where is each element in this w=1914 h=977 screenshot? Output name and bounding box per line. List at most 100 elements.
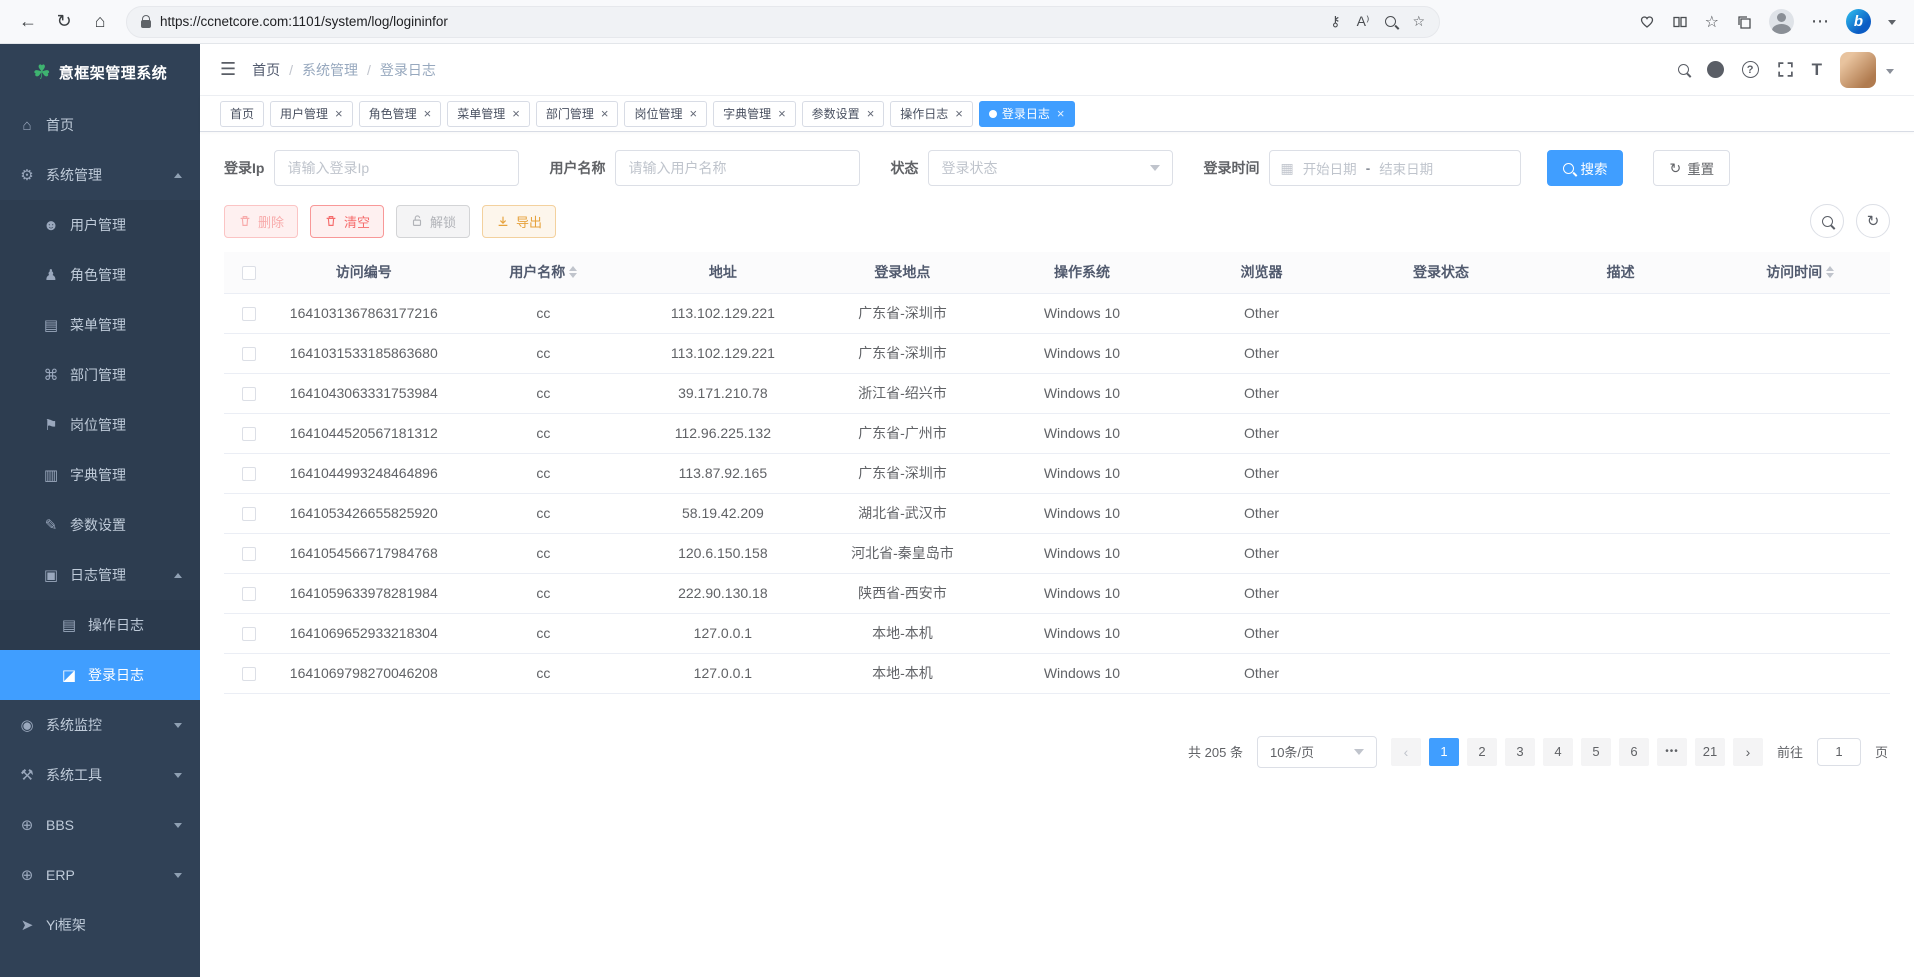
login-time-range-picker[interactable]: ▦ 开始日期 - 结束日期: [1269, 150, 1521, 186]
browser-back-button[interactable]: ←: [10, 5, 46, 39]
sidebar-item-user-mgmt[interactable]: ☻ 用户管理: [0, 200, 200, 250]
sidebar-item-post-mgmt[interactable]: ⚑ 岗位管理: [0, 400, 200, 450]
page-size-select[interactable]: 10条/页: [1257, 736, 1377, 768]
pager-page-1[interactable]: 1: [1429, 738, 1459, 766]
table-row[interactable]: 1641031533185863680 cc 113.102.129.221 广…: [224, 333, 1890, 373]
tab-login-log[interactable]: 登录日志 ×: [979, 101, 1075, 127]
goto-page-input[interactable]: [1817, 738, 1861, 766]
user-avatar[interactable]: [1840, 52, 1876, 88]
sort-carets-icon[interactable]: [569, 262, 577, 282]
pager-page-21[interactable]: 21: [1695, 738, 1725, 766]
favorites-icon[interactable]: ☆: [1705, 12, 1719, 32]
table-row[interactable]: 1641054566717984768 cc 120.6.150.158 河北省…: [224, 533, 1890, 573]
breadcrumb-item[interactable]: 首页: [252, 60, 280, 80]
row-checkbox[interactable]: [242, 547, 256, 561]
table-row[interactable]: 1641031367863177216 cc 113.102.129.221 广…: [224, 293, 1890, 333]
password-key-icon[interactable]: ⚷: [1330, 13, 1340, 30]
sidebar-item-dict-mgmt[interactable]: ▥ 字典管理: [0, 450, 200, 500]
next-page-button[interactable]: ›: [1733, 738, 1763, 766]
font-size-icon[interactable]: T: [1812, 60, 1822, 80]
sidebar-item-home[interactable]: ⌂ 首页: [0, 100, 200, 150]
row-checkbox[interactable]: [242, 387, 256, 401]
browser-profile-avatar[interactable]: [1769, 9, 1794, 34]
pager-page-3[interactable]: 3: [1505, 738, 1535, 766]
sidebar-item-param-settings[interactable]: ✎ 参数设置: [0, 500, 200, 550]
tab-close-icon[interactable]: ×: [689, 107, 697, 120]
fullscreen-icon[interactable]: [1777, 61, 1794, 78]
tab-close-icon[interactable]: ×: [955, 107, 963, 120]
sidebar-item-system-mgmt[interactable]: ⚙ 系统管理: [0, 150, 200, 200]
tab-close-icon[interactable]: ×: [867, 107, 875, 120]
row-checkbox[interactable]: [242, 427, 256, 441]
select-all-checkbox[interactable]: [242, 266, 256, 280]
sidebar-item-log-mgmt[interactable]: ▣ 日志管理: [0, 550, 200, 600]
table-row[interactable]: 1641053426655825920 cc 58.19.42.209 湖北省-…: [224, 493, 1890, 533]
export-button[interactable]: 导出: [482, 205, 556, 238]
pager-page-6[interactable]: 6: [1619, 738, 1649, 766]
reset-button[interactable]: ↻ 重置: [1653, 150, 1730, 186]
app-logo[interactable]: ☘ 意框架管理系统: [0, 44, 200, 100]
tab-close-icon[interactable]: ×: [1057, 107, 1065, 120]
row-checkbox[interactable]: [242, 507, 256, 521]
tab-post-mgmt[interactable]: 岗位管理 ×: [624, 101, 707, 127]
column-header-time[interactable]: 访问时间: [1710, 252, 1890, 293]
github-icon[interactable]: [1707, 61, 1724, 78]
row-checkbox[interactable]: [242, 667, 256, 681]
tab-user-mgmt[interactable]: 用户管理 ×: [270, 101, 353, 127]
sidebar-item-system-monitor[interactable]: ◉ 系统监控: [0, 700, 200, 750]
avatar-caret-icon[interactable]: [1886, 69, 1894, 78]
tab-close-icon[interactable]: ×: [335, 107, 343, 120]
row-checkbox[interactable]: [242, 587, 256, 601]
row-checkbox[interactable]: [242, 467, 256, 481]
sidebar-item-menu-mgmt[interactable]: ▤ 菜单管理: [0, 300, 200, 350]
tab-close-icon[interactable]: ×: [424, 107, 432, 120]
sidebar-item-erp[interactable]: ⊕ ERP: [0, 850, 200, 900]
tab-dict-mgmt[interactable]: 字典管理 ×: [713, 101, 796, 127]
browser-essentials-icon[interactable]: [1639, 14, 1655, 30]
breadcrumb-item[interactable]: 系统管理: [302, 60, 358, 80]
toggle-search-button[interactable]: [1810, 204, 1844, 238]
sidebar-item-system-tools[interactable]: ⚒ 系统工具: [0, 750, 200, 800]
table-row[interactable]: 1641059633978281984 cc 222.90.130.18 陕西省…: [224, 573, 1890, 613]
split-screen-icon[interactable]: [1672, 14, 1688, 30]
row-checkbox[interactable]: [242, 627, 256, 641]
table-row[interactable]: 1641044520567181312 cc 112.96.225.132 广东…: [224, 413, 1890, 453]
prev-page-button[interactable]: ‹: [1391, 738, 1421, 766]
tab-operation-log[interactable]: 操作日志 ×: [890, 101, 973, 127]
read-aloud-icon[interactable]: A⁾: [1357, 13, 1370, 30]
tab-home[interactable]: 首页: [220, 101, 264, 127]
tab-menu-mgmt[interactable]: 菜单管理 ×: [447, 101, 530, 127]
collections-icon[interactable]: [1736, 14, 1752, 30]
browser-refresh-button[interactable]: ↻: [46, 5, 82, 39]
pager-page-4[interactable]: 4: [1543, 738, 1573, 766]
tab-close-icon[interactable]: ×: [778, 107, 786, 120]
browser-more-menu-icon[interactable]: ⋯: [1811, 11, 1829, 32]
tab-close-icon[interactable]: ×: [601, 107, 609, 120]
url-text[interactable]: https://ccnetcore.com:1101/system/log/lo…: [160, 14, 1321, 29]
refresh-table-button[interactable]: ↻: [1856, 204, 1890, 238]
table-row[interactable]: 1641044993248464896 cc 113.87.92.165 广东省…: [224, 453, 1890, 493]
search-button[interactable]: 搜索: [1547, 150, 1623, 186]
tab-param-settings[interactable]: 参数设置 ×: [802, 101, 885, 127]
search-icon[interactable]: [1678, 64, 1689, 75]
row-checkbox[interactable]: [242, 347, 256, 361]
sidebar-item-operation-log[interactable]: ▤ 操作日志: [0, 600, 200, 650]
table-row[interactable]: 1641043063331753984 cc 39.171.210.78 浙江省…: [224, 373, 1890, 413]
pager-page-5[interactable]: 5: [1581, 738, 1611, 766]
tab-close-icon[interactable]: ×: [512, 107, 520, 120]
start-date-placeholder[interactable]: 开始日期: [1303, 158, 1357, 178]
sidebar-item-bbs[interactable]: ⊕ BBS: [0, 800, 200, 850]
sidebar-item-yi-framework[interactable]: ➤ Yi框架: [0, 900, 200, 950]
clear-button[interactable]: 清空: [310, 205, 384, 238]
table-row[interactable]: 1641069652933218304 cc 127.0.0.1 本地-本机 W…: [224, 613, 1890, 653]
pager-ellipsis[interactable]: •••: [1657, 738, 1687, 766]
row-checkbox[interactable]: [242, 307, 256, 321]
sort-carets-icon[interactable]: [1826, 262, 1834, 282]
status-select[interactable]: 登录状态: [928, 150, 1173, 186]
sidebar-item-login-log[interactable]: ◪ 登录日志: [0, 650, 200, 700]
column-header-user[interactable]: 用户名称: [454, 252, 634, 293]
tab-role-mgmt[interactable]: 角色管理 ×: [359, 101, 442, 127]
copilot-icon[interactable]: b: [1846, 9, 1871, 34]
sidebar-item-dept-mgmt[interactable]: ⌘ 部门管理: [0, 350, 200, 400]
zoom-icon[interactable]: [1385, 16, 1396, 27]
